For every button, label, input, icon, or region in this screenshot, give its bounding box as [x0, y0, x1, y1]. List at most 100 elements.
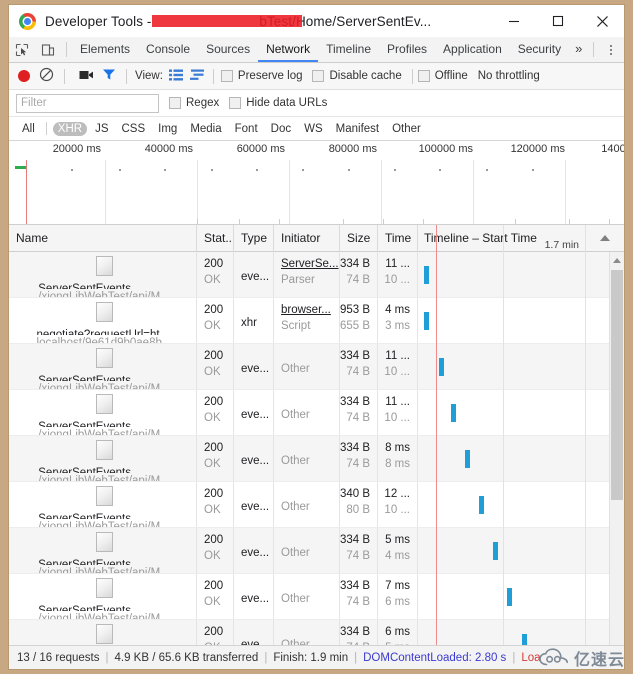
- waterfall-bar: [493, 542, 499, 560]
- table-body[interactable]: ServerSentEvents /xiongLibWebTest/api/M.…: [9, 252, 624, 645]
- cloud-logo-icon: [539, 648, 568, 666]
- initiator[interactable]: browser...: [281, 302, 333, 318]
- preserve-log-checkbox[interactable]: [220, 70, 233, 82]
- table-row[interactable]: ServerSentEvents /xiongLibWebTest/api/M.…: [9, 436, 624, 482]
- type-filter-css[interactable]: CSS: [116, 122, 150, 136]
- table-row[interactable]: ServerSentEvents /xiongLibWebTest/api/M.…: [9, 390, 624, 436]
- regex-toggle[interactable]: Regex: [169, 97, 219, 109]
- type-filter-font[interactable]: Font: [230, 122, 263, 136]
- inspect-element-button[interactable]: [9, 37, 35, 62]
- devtools-main-menu-button[interactable]: [599, 37, 623, 62]
- tab-sources[interactable]: Sources: [198, 37, 258, 62]
- view-list-button[interactable]: [168, 69, 183, 84]
- resource-type: eve...: [241, 408, 270, 421]
- cell-name[interactable]: ServerSentEvents /xiongLibWebTest/api/M.…: [9, 252, 197, 297]
- table-row[interactable]: ServerSentEvents /xiongLibWebTest/api/M.…: [9, 528, 624, 574]
- maximize-button[interactable]: [536, 5, 580, 37]
- type-filter-xhr[interactable]: XHR: [52, 121, 88, 136]
- table-row[interactable]: ServerSentEvents /xiongLibWebTest/api/M.…: [9, 574, 624, 620]
- size-content: 655 B: [340, 320, 370, 332]
- column-header-initiator[interactable]: Initiator: [274, 225, 340, 252]
- cell-name[interactable]: negotiate?requestUrl=ht... localhost/9e6…: [9, 298, 197, 343]
- tab-elements[interactable]: Elements: [72, 37, 138, 62]
- table-vertical-scrollbar[interactable]: [609, 252, 624, 645]
- overview-bottom-tick: [197, 219, 198, 224]
- throttling-select[interactable]: No throttling: [478, 70, 540, 82]
- toolbar-divider-3: [64, 68, 65, 84]
- tab-profiles[interactable]: Profiles: [379, 37, 435, 62]
- cell-status: 200 OK: [197, 436, 234, 481]
- view-waterfall-button[interactable]: [189, 69, 205, 84]
- column-header-status[interactable]: Stat...: [197, 225, 234, 252]
- type-filter-other[interactable]: Other: [387, 122, 426, 136]
- offline-checkbox[interactable]: [417, 70, 430, 82]
- initiator[interactable]: ServerSe...: [281, 256, 339, 272]
- tab-network[interactable]: Network: [258, 37, 319, 62]
- disable-cache-checkbox[interactable]: [312, 70, 325, 82]
- hide-data-urls-toggle[interactable]: Hide data URLs: [229, 97, 327, 109]
- cell-name[interactable]: ServerSentEvents /xiongLibWebTest/api/M.…: [9, 436, 197, 481]
- status-text: OK: [204, 504, 221, 516]
- cell-name[interactable]: ServerSentEvents /xiongLibWebTest/api/M.…: [9, 482, 197, 527]
- preserve-log-toggle[interactable]: Preserve log: [220, 70, 302, 82]
- request-name: negotiate?requestUrl=ht...: [36, 329, 170, 335]
- watermark-text: 亿速云: [573, 650, 625, 669]
- size-content: 74 B: [346, 550, 370, 562]
- type-filter-ws[interactable]: WS: [299, 122, 328, 136]
- table-row[interactable]: ServerSentEvents /xiongLibWebTest/api/M.…: [9, 344, 624, 390]
- table-header-row: Name Stat... Type Initiator Size Time Ti…: [9, 225, 624, 252]
- column-header-timeline[interactable]: Timeline – Start Time 1.7 min: [418, 225, 586, 252]
- hide-data-urls-checkbox[interactable]: [229, 97, 242, 109]
- column-header-time[interactable]: Time: [378, 225, 418, 252]
- type-filter-all[interactable]: All: [17, 122, 40, 136]
- overview-bottom-ticks: [9, 219, 624, 224]
- overview-load-marker: [26, 160, 27, 224]
- size-content: 74 B: [346, 458, 370, 470]
- capture-screenshots-button[interactable]: [79, 69, 94, 84]
- overview-request-dot: [302, 169, 304, 171]
- close-button[interactable]: [580, 5, 624, 37]
- requests-count: 13 / 16 requests: [17, 651, 100, 664]
- window-title-prefix: Developer Tools -: [45, 13, 156, 29]
- table-row[interactable]: ServerSentEvents /xiongLibWebTest/api/M.…: [9, 482, 624, 528]
- overview-bottom-tick: [569, 219, 570, 224]
- status-code: 200: [204, 396, 224, 408]
- type-filter-img[interactable]: Img: [153, 122, 182, 136]
- filter-input[interactable]: [16, 93, 159, 113]
- offline-toggle[interactable]: Offline: [417, 70, 468, 82]
- table-row[interactable]: ServerSentEvents /xiongLibWebTest/api/M.…: [9, 620, 624, 645]
- type-filter-doc[interactable]: Doc: [266, 122, 296, 136]
- cell-name[interactable]: ServerSentEvents /xiongLibWebTest/api/M.…: [9, 528, 197, 573]
- column-header-size[interactable]: Size: [340, 225, 378, 252]
- disable-cache-toggle[interactable]: Disable cache: [312, 70, 402, 82]
- scrollbar-thumb[interactable]: [611, 270, 623, 500]
- device-toolbar-button[interactable]: [35, 37, 61, 62]
- type-filter-manifest[interactable]: Manifest: [331, 122, 384, 136]
- cell-name[interactable]: ServerSentEvents /xiongLibWebTest/api/M.…: [9, 390, 197, 435]
- column-header-type[interactable]: Type: [234, 225, 274, 252]
- type-filter-media[interactable]: Media: [185, 122, 226, 136]
- tab-console[interactable]: Console: [138, 37, 198, 62]
- tab-application[interactable]: Application: [435, 37, 510, 62]
- redacted-url-overlay: [152, 15, 302, 27]
- table-row[interactable]: ServerSentEvents /xiongLibWebTest/api/M.…: [9, 252, 624, 298]
- column-header-name[interactable]: Name: [9, 225, 197, 252]
- network-overview-timeline[interactable]: 20000 ms 40000 ms 60000 ms 80000 ms 1000…: [9, 141, 624, 225]
- scroll-up-button[interactable]: [610, 252, 624, 269]
- sort-indicator[interactable]: [586, 225, 624, 252]
- type-filter-js[interactable]: JS: [90, 122, 113, 136]
- tab-timeline[interactable]: Timeline: [318, 37, 379, 62]
- clear-button[interactable]: [39, 67, 54, 85]
- cell-name[interactable]: ServerSentEvents /xiongLibWebTest/api/M.…: [9, 574, 197, 619]
- filter-toggle-button[interactable]: [102, 68, 116, 84]
- cell-name[interactable]: ServerSentEvents /xiongLibWebTest/api/M.…: [9, 344, 197, 389]
- name-texts: ServerSentEvents /xiongLibWebTest/api/M.…: [38, 513, 169, 527]
- table-row[interactable]: negotiate?requestUrl=ht... localhost/9e6…: [9, 298, 624, 344]
- record-button[interactable]: [18, 70, 30, 82]
- network-status-bar: 13 / 16 requests | 4.9 KB / 65.6 KB tran…: [9, 645, 624, 669]
- tab-overflow-button[interactable]: »: [569, 37, 588, 62]
- minimize-button[interactable]: [492, 5, 536, 37]
- cell-name[interactable]: ServerSentEvents /xiongLibWebTest/api/M.…: [9, 620, 197, 645]
- regex-checkbox[interactable]: [169, 97, 181, 109]
- tab-security[interactable]: Security: [510, 37, 569, 62]
